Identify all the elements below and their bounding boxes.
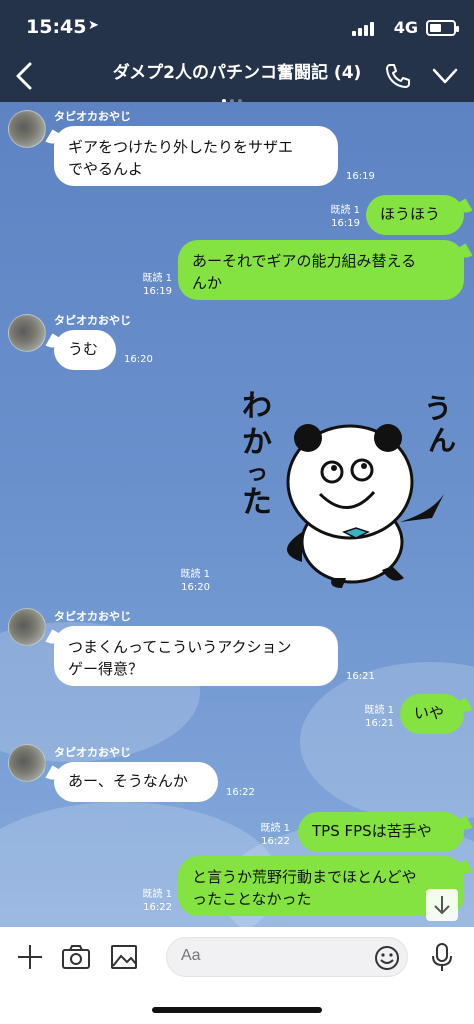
message-time: 16:22 — [261, 836, 290, 847]
message-bubble-outgoing[interactable]: TPS FPSは苦手や — [298, 812, 464, 852]
read-receipt: 既読 1 — [142, 273, 172, 284]
sender-name: タピオカおやじ — [54, 314, 131, 327]
avatar[interactable] — [8, 744, 46, 782]
message-bubble-incoming[interactable]: うむ — [54, 330, 116, 370]
sticker-text-wakatta-4: た — [242, 485, 272, 520]
message-meta: 既読 1 16:19 — [330, 204, 360, 230]
message-meta: 既読 1 16:21 — [364, 704, 394, 730]
camera-icon[interactable] — [60, 941, 92, 973]
message-bubble-incoming[interactable]: ギアをつけたり外したりをサザエ でやるんよ — [54, 126, 338, 186]
message-line: でやるんよ — [68, 160, 144, 178]
chevron-down-icon[interactable] — [430, 62, 460, 90]
message-time: 16:21 — [346, 671, 375, 682]
message-line: ほうほう — [380, 205, 441, 223]
input-bar — [0, 927, 474, 1024]
battery-icon — [426, 20, 459, 36]
message-meta: 既読 1 16:19 — [142, 272, 172, 298]
message-time: 16:22 — [226, 787, 255, 798]
message-bubble-outgoing[interactable]: ほうほう — [366, 195, 464, 235]
message-time: 16:20 — [124, 354, 153, 365]
sticker-text-un-2: ん — [428, 424, 456, 457]
message-bubble-outgoing[interactable]: いや — [400, 694, 464, 734]
message-bubble-incoming[interactable]: あー、そうなんか — [54, 762, 218, 802]
status-bar: 15:45 ➤ 4G — [0, 14, 474, 42]
message-input-field[interactable] — [166, 937, 408, 977]
read-receipt: 既読 1 — [364, 705, 394, 716]
message-time: 16:19 — [331, 218, 360, 229]
message-line: あーそれでギアの能力組み替える — [192, 252, 417, 270]
read-receipt: 既読 1 — [180, 569, 210, 580]
message-time: 16:22 — [143, 902, 172, 913]
sender-name: タピオカおやじ — [54, 746, 131, 759]
message-line: ったことなかった — [192, 890, 312, 908]
chat-area[interactable]: タピオカおやじ ギアをつけたり外したりをサザエ でやるんよ 16:19 既読 1… — [0, 102, 474, 927]
sender-name: タピオカおやじ — [54, 610, 131, 623]
message-line: TPS FPSは苦手や — [312, 822, 432, 840]
message-line: あー、そうなんか — [68, 772, 188, 790]
message-line: いや — [414, 704, 445, 722]
message-bubble-outgoing[interactable]: あーそれでギアの能力組み替える んか — [178, 240, 464, 300]
sticker-text-un-1: う — [424, 392, 452, 425]
read-receipt: 既読 1 — [330, 205, 360, 216]
scroll-down-icon[interactable] — [426, 889, 458, 921]
read-receipt: 既読 1 — [142, 889, 172, 900]
message-bubble-outgoing[interactable]: と言うか荒野行動までほとんどや ったことなかった — [178, 856, 464, 916]
message-meta: 既読 1 16:22 — [260, 822, 290, 848]
avatar[interactable] — [8, 608, 46, 646]
sender-name: タピオカおやじ — [54, 110, 131, 123]
emoji-icon[interactable] — [373, 944, 401, 972]
message-time: 16:20 — [181, 582, 210, 593]
back-arrow-icon[interactable] — [8, 58, 44, 94]
read-receipt: 既読 1 — [260, 823, 290, 834]
signal-icon — [352, 22, 374, 36]
sticker-text-wakatta-1: わ — [242, 389, 272, 424]
network-label: 4G — [393, 18, 418, 37]
message-line: ギアをつけたり外したりをサザエ — [68, 138, 294, 156]
avatar[interactable] — [8, 110, 46, 148]
chat-header: 15:45 ➤ 4G ダメプ2人のパチンコ奮闘記 (4) — [0, 0, 474, 103]
plus-icon[interactable] — [14, 941, 46, 973]
sticker-text-wakatta-2: か — [242, 425, 272, 460]
message-input[interactable] — [181, 947, 361, 965]
message-time: 16:19 — [143, 286, 172, 297]
message-bubble-incoming[interactable]: つまくんってこういうアクション ゲー得意？ — [54, 626, 338, 686]
message-time: 16:21 — [365, 718, 394, 729]
background-cloud — [300, 662, 474, 822]
panda-sticker[interactable]: わ か っ た う ん — [232, 382, 462, 592]
location-arrow-icon: ➤ — [88, 18, 99, 33]
message-line: んか — [192, 274, 223, 292]
message-line: と言うか荒野行動までほとんどや — [192, 868, 417, 886]
message-time: 16:19 — [346, 171, 375, 182]
message-line: うむ — [68, 340, 99, 358]
chat-title[interactable]: ダメプ2人のパチンコ奮闘記 (4) — [60, 58, 414, 83]
status-time: 15:45 — [26, 16, 87, 38]
home-indicator — [152, 1007, 322, 1013]
microphone-icon[interactable] — [426, 941, 458, 973]
image-icon[interactable] — [108, 941, 140, 973]
battery-fill — [430, 24, 441, 32]
panda-figure — [286, 424, 444, 588]
message-line: つまくんってこういうアクション — [68, 638, 292, 656]
sticker-text-wakatta-3: っ — [246, 461, 268, 486]
avatar[interactable] — [8, 314, 46, 352]
phone-icon[interactable] — [384, 62, 412, 90]
message-line: ゲー得意？ — [68, 660, 144, 678]
message-meta: 既読 1 16:20 — [180, 568, 210, 594]
message-meta: 既読 1 16:22 — [142, 888, 172, 914]
